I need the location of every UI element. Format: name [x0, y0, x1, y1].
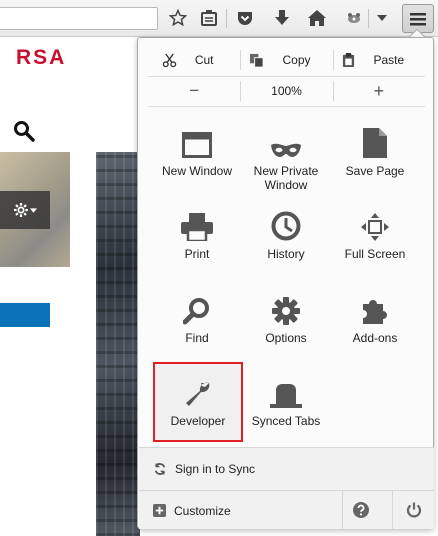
cut-button[interactable]: Cut [148, 46, 240, 74]
zoom-in-label: + [373, 80, 385, 101]
url-bar[interactable] [0, 7, 158, 30]
addon-icon[interactable] [342, 6, 366, 30]
magnifier-icon [183, 298, 209, 325]
scissors-icon [162, 53, 177, 67]
zoom-out-button[interactable]: − [148, 77, 240, 105]
new-window-icon [182, 132, 212, 158]
addons-label: Add-ons [352, 331, 398, 345]
power-icon [406, 502, 421, 518]
sign-in-to-sync-button[interactable]: Sign in to Sync [139, 448, 434, 489]
chevron-down-icon [29, 207, 37, 213]
zoom-level: 100% [271, 84, 302, 98]
find-label: Find [185, 331, 209, 345]
developer-button[interactable]: Developer [154, 362, 242, 442]
new-window-button[interactable]: New Window [153, 112, 241, 192]
edit-controls: Cut Copy Paste [148, 46, 425, 74]
panel-footer: Sign in to Sync Customize [139, 447, 434, 530]
search-icon[interactable] [13, 120, 35, 145]
sync-label: Sign in to Sync [175, 461, 256, 476]
find-button[interactable]: Find [153, 279, 241, 359]
settings-dropdown[interactable] [0, 191, 50, 229]
zoom-controls: − 100% + [148, 77, 425, 105]
fullscreen-arrows-icon [361, 213, 389, 241]
synced-tabs-icon [270, 384, 302, 408]
options-label: Options [265, 331, 307, 345]
copy-button[interactable]: Copy [240, 46, 332, 74]
zoom-out-label: − [189, 81, 200, 100]
history-button[interactable]: History [242, 195, 330, 275]
pocket-icon[interactable] [233, 6, 257, 30]
save-page-label: Save Page [345, 164, 405, 178]
full-screen-label: Full Screen [344, 247, 406, 261]
puzzle-piece-icon [363, 300, 387, 324]
synced-tabs-button[interactable]: Synced Tabs [242, 362, 330, 442]
copy-icon [250, 53, 264, 68]
save-page-icon [363, 128, 387, 158]
history-label: History [267, 247, 305, 261]
help-button[interactable] [342, 490, 378, 530]
printer-icon [181, 213, 213, 241]
blue-banner[interactable] [0, 303, 50, 327]
gear-icon [272, 297, 300, 325]
sync-icon [154, 462, 166, 475]
city-background-image [96, 152, 140, 536]
paste-button[interactable]: Paste [332, 46, 425, 74]
addons-button[interactable]: Add-ons [331, 279, 419, 359]
home-icon[interactable] [305, 6, 329, 30]
print-button[interactable]: Print [153, 195, 241, 275]
developer-label: Developer [170, 414, 226, 428]
private-mask-icon [271, 143, 301, 157]
clipboard-icon [342, 53, 354, 67]
wrench-icon [186, 382, 210, 406]
help-icon [352, 502, 369, 518]
zoom-reset-button[interactable]: 100% [240, 77, 332, 105]
quit-button[interactable] [392, 490, 434, 530]
app-menu-panel: Cut Copy Paste − 100% + New Window New P… [137, 37, 434, 530]
new-window-label: New Window [161, 164, 233, 178]
new-private-window-label: New Private Window [253, 164, 319, 192]
customize-button[interactable]: Customize [139, 490, 434, 530]
zoom-in-button[interactable]: + [332, 77, 425, 105]
options-button[interactable]: Options [242, 279, 330, 359]
print-label: Print [184, 247, 210, 261]
gear-icon [13, 203, 28, 217]
clock-icon [271, 211, 301, 241]
reading-list-icon[interactable] [197, 6, 221, 30]
save-page-button[interactable]: Save Page [331, 112, 419, 192]
browser-toolbar [0, 0, 438, 37]
paste-label: Paste [373, 53, 405, 67]
plus-box-icon [153, 504, 166, 517]
download-icon[interactable] [270, 6, 294, 30]
customize-label: Customize [174, 503, 231, 518]
dropdown-icon[interactable] [370, 6, 394, 30]
new-private-window-button[interactable]: New Private Window [242, 112, 330, 192]
star-icon[interactable] [166, 6, 190, 30]
rsa-logo: RSA [16, 46, 67, 69]
full-screen-button[interactable]: Full Screen [331, 195, 419, 275]
cut-label: Cut [194, 53, 214, 67]
copy-label: Copy [282, 53, 311, 67]
synced-tabs-label: Synced Tabs [251, 414, 321, 428]
